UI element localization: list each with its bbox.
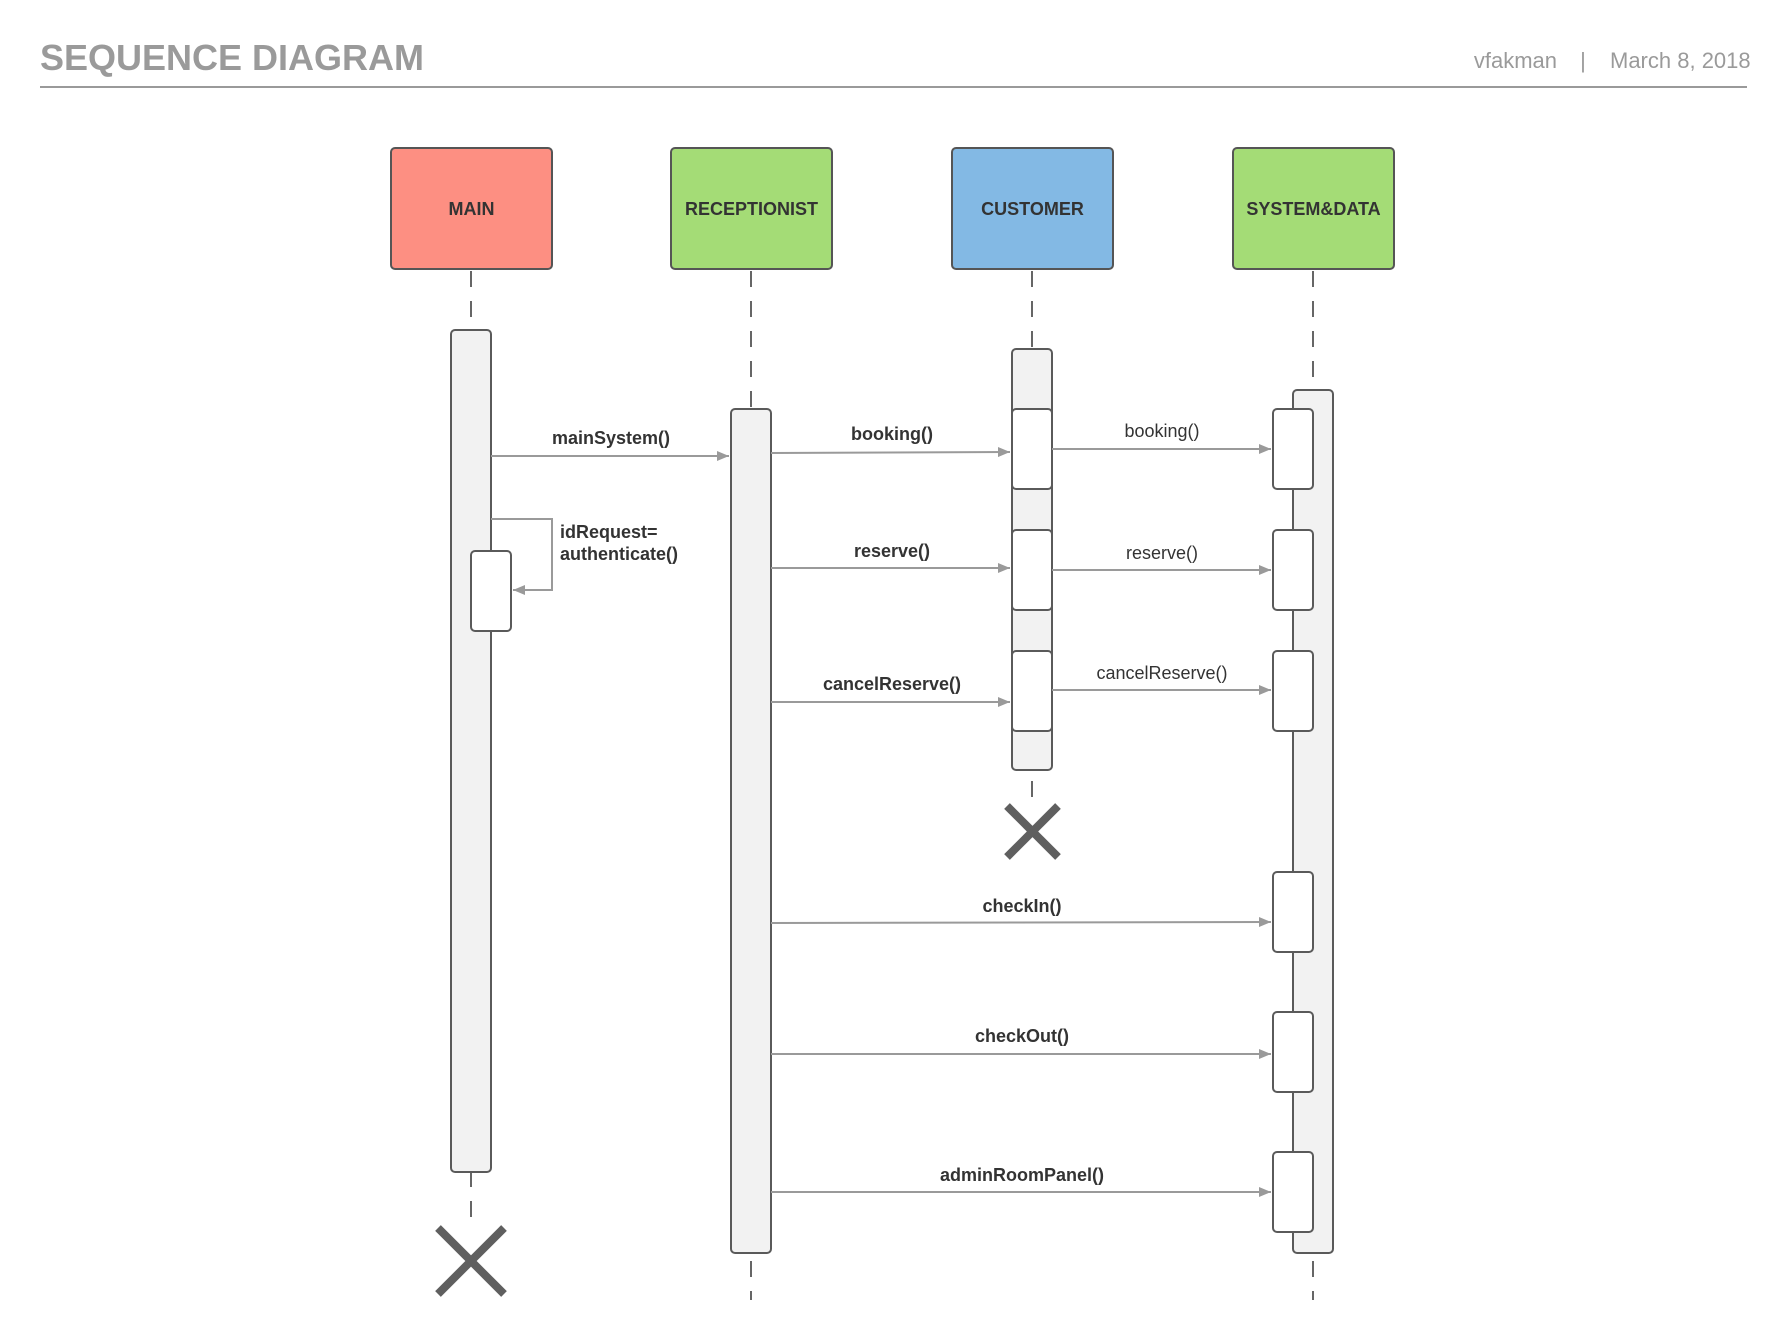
message-booking-receptionist: booking() <box>770 424 1011 458</box>
message-booking-receptionist-label: booking() <box>851 424 933 444</box>
message-reserve-receptionist: reserve() <box>771 541 1010 573</box>
actor-main[interactable]: MAIN <box>390 147 553 270</box>
message-booking-customer-label: booking() <box>1124 421 1199 441</box>
actor-main-label: MAIN <box>449 199 495 219</box>
activation-customer-cancel <box>1011 650 1053 732</box>
message-check-in-label: checkIn() <box>982 896 1061 916</box>
message-cancel-customer-label: cancelReserve() <box>1096 663 1227 683</box>
activation-main <box>450 329 492 1173</box>
message-reserve-receptionist-label: reserve() <box>854 541 930 561</box>
message-check-in: checkIn() <box>770 896 1272 928</box>
message-cancel-customer: cancelReserve() <box>1052 663 1271 695</box>
activation-system-cancel <box>1272 650 1314 732</box>
activation-system-booking <box>1272 408 1314 490</box>
activation-system-checkin <box>1272 871 1314 953</box>
header-date: March 8, 2018 <box>1610 48 1751 73</box>
activation-system-checkout <box>1272 1011 1314 1093</box>
actor-receptionist-label: RECEPTIONIST <box>685 199 818 219</box>
actor-system-data-label: SYSTEM&DATA <box>1246 199 1380 219</box>
message-main-system-label: mainSystem() <box>552 428 670 448</box>
actor-receptionist[interactable]: RECEPTIONIST <box>670 147 833 270</box>
activation-main-authenticate <box>470 550 512 632</box>
message-reserve-customer-label: reserve() <box>1126 543 1198 563</box>
actor-customer[interactable]: CUSTOMER <box>951 147 1114 270</box>
header-author: vfakman <box>1474 48 1557 73</box>
activation-system-data <box>1292 389 1334 1254</box>
page-title: SEQUENCE DIAGRAM <box>40 37 424 78</box>
message-booking-receptionist-arrow <box>770 447 1011 458</box>
message-check-in-arrow <box>770 917 1272 928</box>
activation-customer-booking <box>1011 408 1053 490</box>
message-id-request-label-line1: idRequest= <box>560 522 658 542</box>
activation-system-admin <box>1272 1151 1314 1233</box>
destroy-mark-main <box>435 1225 507 1297</box>
message-reserve-customer: reserve() <box>1052 543 1271 575</box>
actor-customer-label: CUSTOMER <box>981 199 1084 219</box>
message-main-system: mainSystem() <box>491 428 729 461</box>
message-cancel-receptionist-label: cancelReserve() <box>823 674 961 694</box>
message-check-out: checkOut() <box>771 1026 1271 1059</box>
actor-system-data[interactable]: SYSTEM&DATA <box>1232 147 1395 270</box>
message-id-request: idRequest= authenticate() <box>491 518 678 595</box>
activation-customer-reserve <box>1011 529 1053 611</box>
sequence-diagram-canvas: SEQUENCE DIAGRAM vfakman | March 8, 2018… <box>40 37 1751 1300</box>
message-id-request-label-line2: authenticate() <box>560 544 678 564</box>
activation-system-reserve <box>1272 529 1314 611</box>
header-separator: | <box>1580 48 1586 73</box>
message-cancel-receptionist: cancelReserve() <box>771 674 1010 707</box>
destroy-mark-customer <box>1004 803 1061 860</box>
message-admin-room-panel-label: adminRoomPanel() <box>940 1165 1104 1185</box>
message-booking-customer: booking() <box>1052 421 1271 454</box>
message-admin-room-panel: adminRoomPanel() <box>771 1165 1271 1197</box>
activation-receptionist <box>730 408 772 1254</box>
message-check-out-label: checkOut() <box>975 1026 1069 1046</box>
